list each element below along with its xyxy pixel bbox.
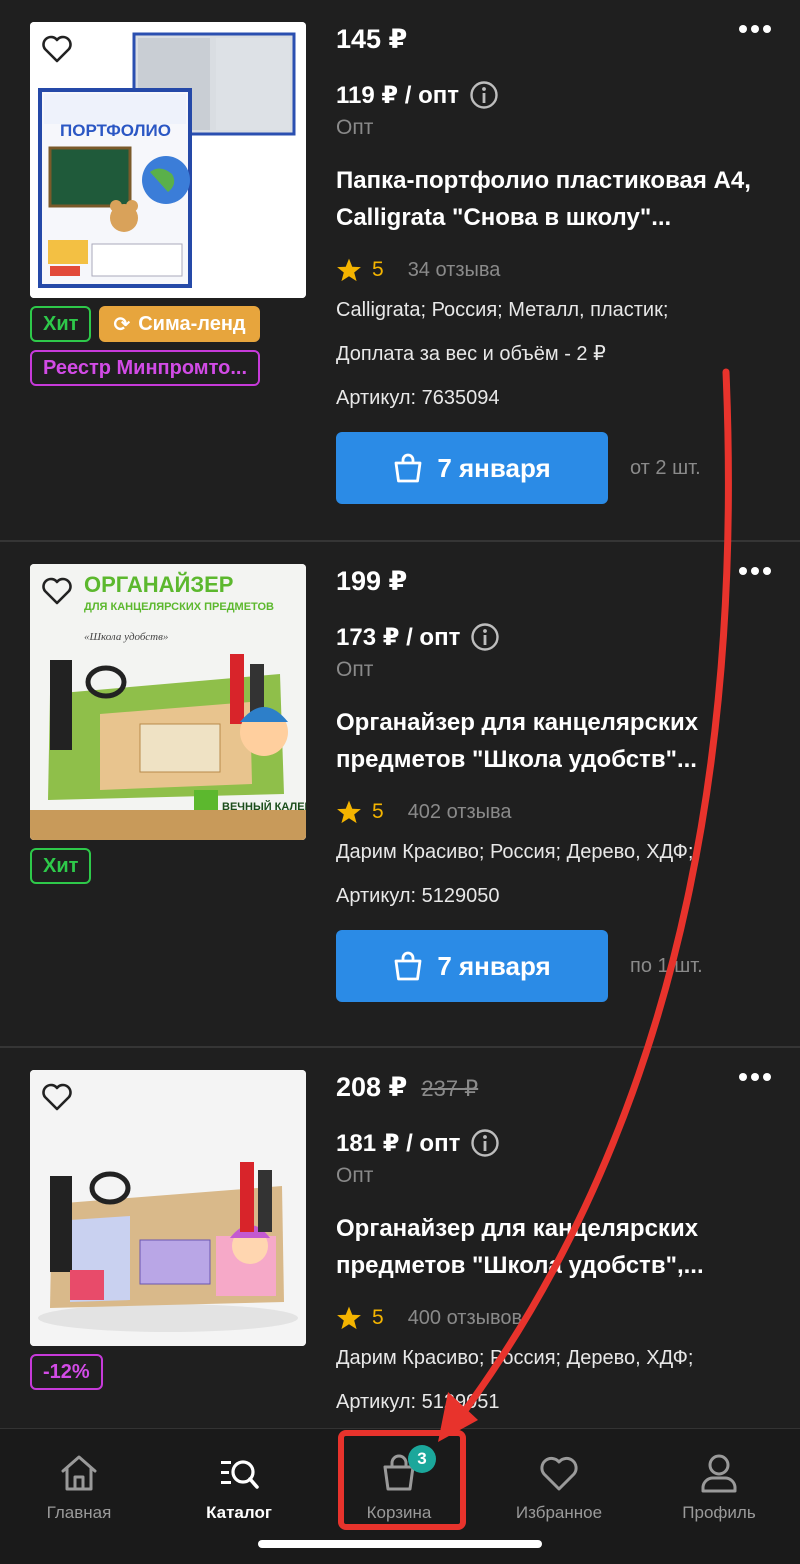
nav-item-favorites[interactable]: Избранное xyxy=(484,1451,634,1523)
product-meta: Дарим Красиво; Россия; Дерево, ХДФ; xyxy=(336,841,694,863)
product-meta: Calligrata; Россия; Металл, пластик; xyxy=(336,299,669,321)
wholesale-label: Опт xyxy=(336,116,374,139)
nav-label-home: Главная xyxy=(46,1503,112,1522)
reviews-count: 402 отзыва xyxy=(407,800,512,823)
product-title[interactable]: Органайзер для канцелярских предметов "Ш… xyxy=(336,1210,756,1284)
price: 145 ₽ xyxy=(336,24,408,54)
info-icon[interactable] xyxy=(470,622,500,652)
info-icon[interactable] xyxy=(469,80,499,110)
profile-icon xyxy=(701,1454,737,1493)
add-to-cart-button[interactable]: 7 января xyxy=(336,930,608,1002)
rating[interactable]: 5 402 отзыва xyxy=(336,794,776,830)
rating[interactable]: 5 400 отзывов xyxy=(336,1300,776,1336)
sima-land-logo-icon: ⟳ xyxy=(113,313,131,336)
rating-value: 5 xyxy=(372,258,384,281)
price: 208 ₽ xyxy=(336,1072,408,1102)
product-info: 199 ₽ 173 ₽ / опт Опт Органайзер для кан… xyxy=(336,566,776,1002)
catalog-search-icon xyxy=(221,1460,259,1489)
shopping-bag-icon xyxy=(394,951,422,981)
product-info: 208 ₽ 237 ₽ 181 ₽ / опт Опт Органайзер д… xyxy=(336,1072,776,1424)
wholesale-price: 181 ₽ / опт xyxy=(336,1129,461,1157)
product-card[interactable]: ОРГАНАЙЗЕР ДЛЯ КАНЦЕЛЯРСКИХ ПРЕДМЕТОВ «Ш… xyxy=(0,542,800,1048)
product-title[interactable]: Папка-портфолио пластиковая А4, Calligra… xyxy=(336,162,756,236)
registry-badge: Реестр Минпромто... xyxy=(30,350,261,386)
wholesale-price: 119 ₽ / опт xyxy=(336,81,459,109)
product-info: 145 ₽ 119 ₽ / опт Опт Папка-портфолио пл… xyxy=(336,24,776,504)
heart-icon[interactable] xyxy=(40,1080,74,1114)
home-icon xyxy=(61,1455,97,1491)
sima-land-badge: ⟳ Сима-ленд xyxy=(99,306,260,342)
nav-label-cart: Корзина xyxy=(366,1503,432,1522)
product-card[interactable]: -12% 208 ₽ 237 ₽ 181 ₽ / опт Опт Органай… xyxy=(0,1048,800,1428)
home-indicator xyxy=(258,1540,542,1548)
hit-badge: Хит xyxy=(30,306,92,342)
product-card[interactable]: ПОРТФОЛИО Хит ⟳ Сима-ленд Реестр Минпром… xyxy=(0,0,800,542)
organizer-image-title: ОРГАНАЙЗЕР xyxy=(84,572,233,597)
wholesale-label: Опт xyxy=(336,1164,374,1187)
wholesale-price: 173 ₽ / опт xyxy=(336,623,461,651)
min-quantity: от 2 шт. xyxy=(630,456,701,479)
old-price: 237 ₽ xyxy=(421,1076,479,1101)
min-quantity: по 1 шт. xyxy=(630,954,703,977)
hit-badge: Хит xyxy=(30,848,92,884)
product-image[interactable] xyxy=(30,1070,306,1346)
nav-label-favorites: Избранное xyxy=(515,1503,603,1522)
star-icon xyxy=(337,258,361,282)
delivery-date: 7 января xyxy=(437,950,551,981)
price: 199 ₽ xyxy=(336,566,408,596)
organizer-image-subtitle: ДЛЯ КАНЦЕЛЯРСКИХ ПРЕДМЕТОВ xyxy=(84,601,274,613)
discount-badge: -12% xyxy=(30,1354,103,1390)
nav-item-catalog[interactable]: Каталог xyxy=(164,1451,314,1523)
heart-icon[interactable] xyxy=(40,574,74,608)
portfolio-title-text: ПОРТФОЛИО xyxy=(60,121,171,140)
nav-item-cart[interactable]: 3 Корзина xyxy=(324,1445,474,1523)
extra-charge: Доплата за вес и объём - 2 ₽ xyxy=(336,343,606,365)
product-image[interactable]: ОРГАНАЙЗЕР ДЛЯ КАНЦЕЛЯРСКИХ ПРЕДМЕТОВ «Ш… xyxy=(30,564,306,840)
favorites-heart-icon xyxy=(540,1456,578,1491)
article-number: Артикул: 7635094 xyxy=(336,387,500,409)
nav-item-profile[interactable]: Профиль xyxy=(644,1451,794,1523)
article-number: Артикул: 5129050 xyxy=(336,885,500,907)
shopping-bag-icon xyxy=(394,453,422,483)
nav-label-catalog: Каталог xyxy=(206,1503,272,1522)
organizer-image-tagline: «Школа удобств» xyxy=(84,631,168,643)
rating[interactable]: 5 34 отзыва xyxy=(336,252,776,288)
organizer-image-calendar-text: ВЕЧНЫЙ КАЛЕНДАРЬ xyxy=(222,800,306,813)
product-title[interactable]: Органайзер для канцелярских предметов "Ш… xyxy=(336,704,756,778)
reviews-count: 34 отзыва xyxy=(407,258,501,281)
add-to-cart-button[interactable]: 7 января xyxy=(336,432,608,504)
wholesale-label: Опт xyxy=(336,658,374,681)
product-image[interactable]: ПОРТФОЛИО xyxy=(30,22,306,298)
badges: Хит ⟳ Сима-ленд Реестр Минпромто... xyxy=(30,306,310,394)
rating-value: 5 xyxy=(372,1306,384,1329)
star-icon xyxy=(337,1306,361,1330)
badges: -12% xyxy=(30,1354,310,1398)
nav-label-profile: Профиль xyxy=(682,1503,756,1522)
reviews-count: 400 отзывов xyxy=(407,1306,523,1329)
cart-count-badge: 3 xyxy=(408,1445,436,1473)
heart-icon[interactable] xyxy=(40,32,74,66)
product-meta: Дарим Красиво; Россия; Дерево, ХДФ; xyxy=(336,1347,694,1369)
product-list: ПОРТФОЛИО Хит ⟳ Сима-ленд Реестр Минпром… xyxy=(0,0,800,1428)
nav-item-home[interactable]: Главная xyxy=(4,1451,154,1523)
info-icon[interactable] xyxy=(470,1128,500,1158)
article-number: Артикул: 5129051 xyxy=(336,1391,500,1413)
badges: Хит xyxy=(30,848,310,892)
delivery-date: 7 января xyxy=(437,452,551,483)
rating-value: 5 xyxy=(372,800,384,823)
star-icon xyxy=(337,800,361,824)
